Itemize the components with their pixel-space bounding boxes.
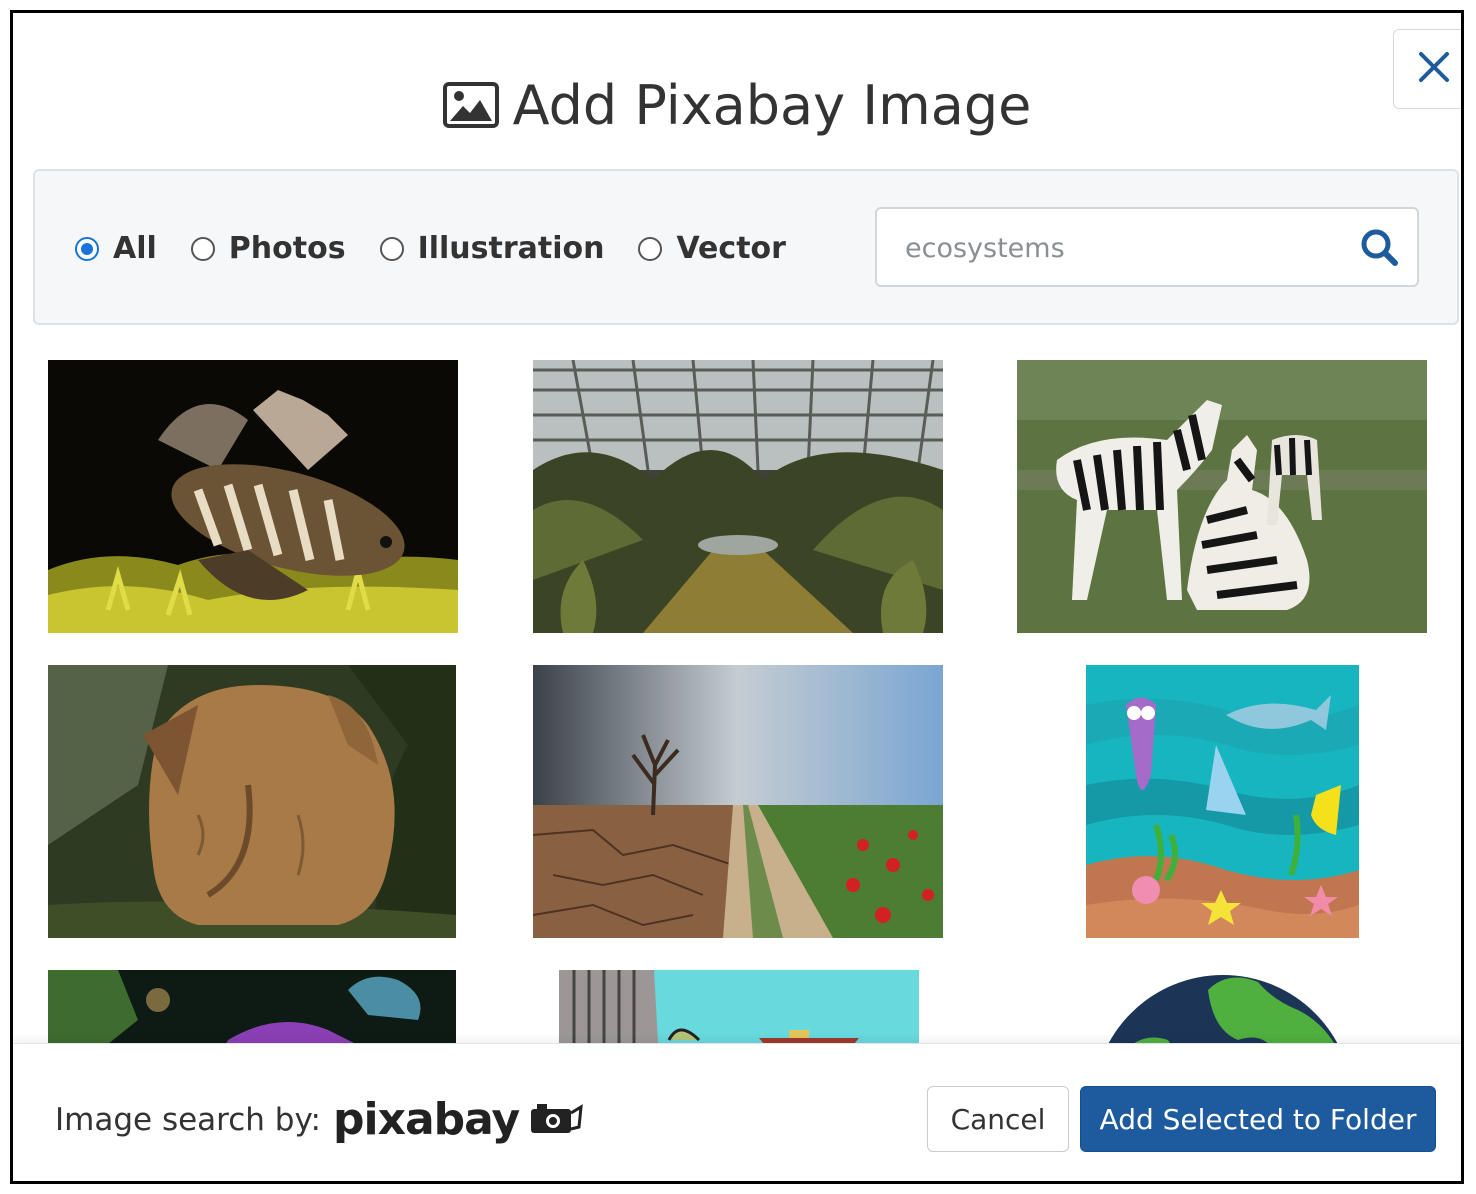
- credit-label: Image search by:: [55, 1101, 321, 1138]
- radio-all-label[interactable]: All: [113, 231, 157, 266]
- search-box: [875, 207, 1419, 287]
- radio-photos-circle[interactable]: [190, 236, 215, 261]
- result-thumbnail-drought-field[interactable]: [533, 665, 943, 938]
- search-icon: [1359, 227, 1399, 271]
- media-type-radio-group: All Photos Illustration Vector: [75, 231, 820, 266]
- dialog: Add Pixabay Image All Photos Illustratio…: [10, 10, 1464, 1184]
- search-button[interactable]: [1353, 223, 1405, 275]
- close-icon: [1417, 50, 1451, 88]
- cancel-button[interactable]: Cancel: [927, 1086, 1069, 1152]
- radio-vector-circle[interactable]: [638, 236, 663, 261]
- close-button[interactable]: [1393, 29, 1461, 109]
- elephant-image: [48, 665, 456, 938]
- result-thumbnail-cartoon-sea[interactable]: [1086, 665, 1359, 938]
- zebras-image: [1017, 360, 1427, 633]
- image-icon: [442, 82, 499, 128]
- radio-vector-label[interactable]: Vector: [676, 231, 785, 266]
- camera-icon: [529, 1101, 583, 1139]
- dialog-footer: Image search by: pixabay Cancel Add Sele…: [13, 1043, 1461, 1181]
- result-thumbnail-greenhouse[interactable]: [533, 360, 943, 633]
- pixabay-credit: Image search by: pixabay: [55, 1094, 583, 1145]
- result-thumbnail-elephant[interactable]: [48, 665, 456, 938]
- result-thumbnail-lionfish[interactable]: [48, 360, 458, 633]
- add-selected-button[interactable]: Add Selected to Folder: [1080, 1086, 1436, 1152]
- pixabay-logo: pixabay: [332, 1094, 520, 1145]
- radio-photos-label[interactable]: Photos: [229, 231, 346, 266]
- radio-all[interactable]: All: [75, 231, 157, 266]
- dialog-title: Add Pixabay Image: [13, 65, 1461, 145]
- radio-photos[interactable]: Photos: [190, 231, 346, 266]
- radio-illustration-circle[interactable]: [379, 236, 404, 261]
- cartoon-sea-image: [1086, 665, 1359, 938]
- radio-vector[interactable]: Vector: [638, 231, 786, 266]
- search-input[interactable]: [903, 223, 1347, 273]
- filter-bar: All Photos Illustration Vector: [33, 169, 1459, 325]
- radio-illustration-label[interactable]: Illustration: [418, 231, 605, 266]
- lionfish-image: [48, 360, 458, 633]
- radio-illustration[interactable]: Illustration: [379, 231, 605, 266]
- radio-all-circle[interactable]: [75, 236, 99, 261]
- result-thumbnail-zebras[interactable]: [1017, 360, 1427, 633]
- drought-field-image: [533, 665, 943, 938]
- dialog-title-text: Add Pixabay Image: [512, 73, 1032, 137]
- greenhouse-image: [533, 360, 943, 633]
